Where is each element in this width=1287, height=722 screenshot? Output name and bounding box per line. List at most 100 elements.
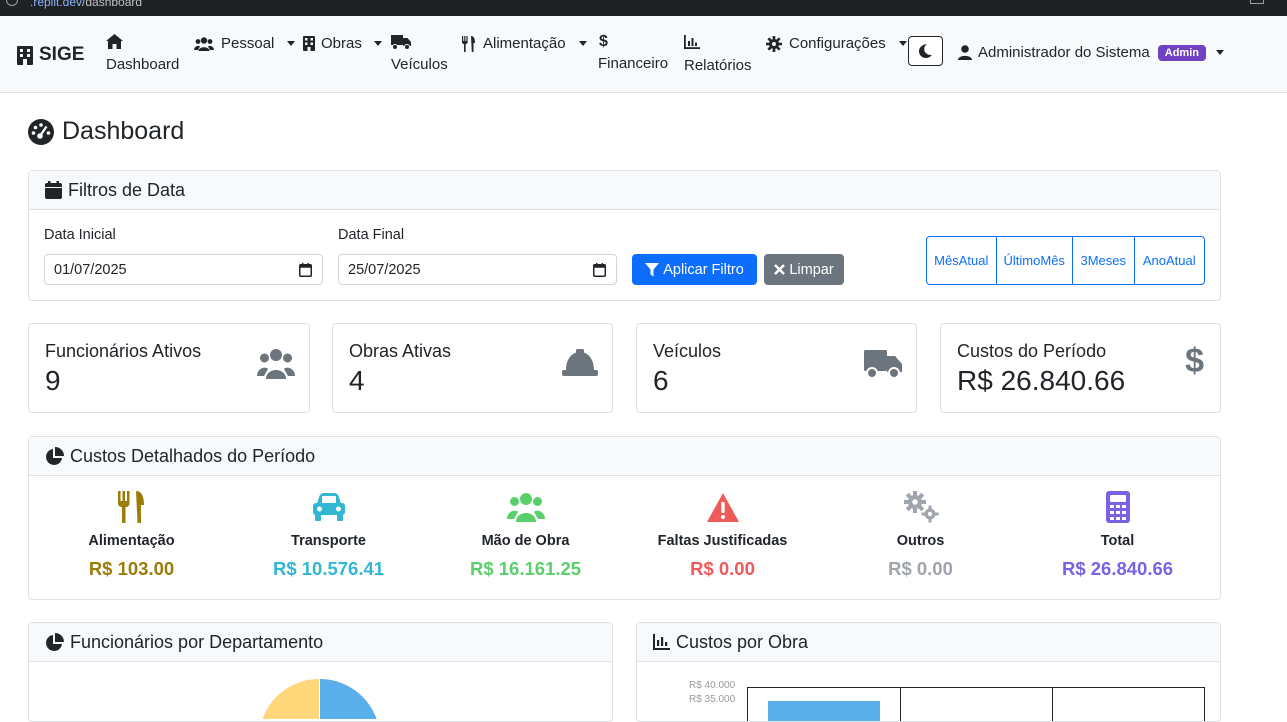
apply-filter-button[interactable]: Aplicar Filtro (632, 254, 757, 285)
stat-value: R$ 26.840.66 (957, 365, 1126, 396)
nav-veiculos[interactable]: Veículos (391, 34, 448, 73)
dept-pie-chart (262, 679, 377, 719)
cost-faltas-justificadas: Faltas Justificadas R$ 0.00 (624, 490, 821, 580)
chevron-down-icon (373, 41, 382, 46)
filters-title: Filtros de Data (68, 179, 186, 200)
calendar-icon (45, 181, 62, 199)
building-icon (17, 45, 33, 65)
obra-costs-title: Custos por Obra (676, 631, 809, 652)
cost-mao-de-obra: Mão de Obra R$ 16.161.25 (427, 490, 624, 580)
screen-icon[interactable] (1250, 0, 1264, 4)
brand-logo[interactable]: SIGE (17, 44, 84, 66)
dollar-icon: $ (599, 33, 608, 50)
nav-dashboard-label: Dashboard (106, 56, 180, 73)
cost-value: R$ 10.576.41 (272, 558, 385, 579)
stat-card-obras: Obras Ativas 4 (332, 323, 613, 413)
end-date-label: Data Final (338, 227, 405, 243)
period-current-month-button[interactable]: Mês Atual (927, 237, 997, 284)
pie-slice (320, 679, 377, 719)
utensils-icon (462, 35, 475, 52)
clear-filter-button[interactable]: Limpar (764, 254, 844, 285)
dept-chart-card: Funcionários por Departamento (28, 622, 613, 722)
period-current-year-button[interactable]: Ano Atual (1135, 237, 1204, 284)
calendar-icon[interactable] (593, 262, 606, 277)
brand-name: SIGE (39, 44, 85, 65)
cost-label: Transporte (291, 533, 366, 549)
nav-dashboard[interactable]: Dashboard (106, 34, 179, 73)
hard-hat-icon (562, 349, 598, 376)
end-date-input[interactable]: 25/07/2025 (338, 254, 617, 285)
period-last-month-button[interactable]: Último Mês (997, 237, 1073, 284)
obra-chart-plot-area (747, 687, 1205, 721)
dept-chart-title: Funcionários por Departamento (70, 631, 324, 652)
period-3-months-line1: 3 (1080, 252, 1088, 268)
address-bar[interactable]: .replit.dev/dashboard (30, 0, 142, 9)
quick-period-group: Mês Atual Último Mês 3 Meses Ano Atual (926, 236, 1205, 285)
user-menu[interactable]: Administrador do Sistema Admin (958, 44, 1224, 61)
cost-total: Total R$ 26.840.66 (1019, 490, 1216, 580)
nav-relatorios[interactable]: Relatórios (684, 35, 752, 74)
nav-pessoal[interactable]: Pessoal (194, 35, 296, 52)
stat-value: 4 (349, 365, 365, 396)
car-icon (312, 493, 345, 521)
grid-line (900, 688, 901, 721)
chart-icon (684, 35, 700, 49)
dept-chart-header: Funcionários por Departamento (29, 623, 612, 662)
cost-label: Total (1100, 533, 1135, 549)
period-current-year-line1: Ano (1142, 252, 1167, 268)
nav-configuracoes[interactable]: Configurações (766, 35, 907, 52)
cost-value: R$ 16.161.25 (469, 558, 582, 579)
chevron-down-icon (1215, 50, 1224, 55)
gear-icon (766, 35, 782, 52)
cost-value: R$ 26.840.66 (1061, 558, 1174, 579)
nav-alimentacao[interactable]: Alimentação (462, 35, 587, 52)
obra-costs-card: Custos por Obra R$ 40.000 R$ 35.000 (636, 622, 1221, 722)
filters-card-header: Filtros de Data (29, 171, 1220, 210)
building-icon (303, 36, 315, 51)
stat-card-funcionarios: Funcionários Ativos 9 (28, 323, 310, 413)
calendar-icon[interactable] (299, 262, 312, 277)
utensils-icon (118, 491, 144, 523)
cost-value: R$ 103.00 (88, 558, 175, 579)
chart-bar (768, 701, 880, 721)
nav-alimentacao-label: Alimentação (483, 35, 566, 52)
reload-icon[interactable] (6, 0, 18, 6)
browser-bar: .replit.dev/dashboard (0, 0, 1287, 16)
url-host: .replit.dev (30, 0, 83, 9)
close-icon (774, 264, 786, 275)
cost-value: R$ 0.00 (888, 558, 953, 579)
users-icon (257, 349, 295, 379)
cost-outros: Outros R$ 0.00 (822, 490, 1019, 580)
nav-veiculos-label: Veículos (391, 56, 448, 73)
nav-relatorios-label: Relatórios (684, 57, 752, 74)
dollar-icon: $ (1185, 342, 1204, 380)
start-date-input[interactable]: 01/07/2025 (44, 254, 323, 285)
period-3-months-line2: Meses (1087, 252, 1126, 268)
nav-obras[interactable]: Obras (303, 35, 382, 52)
nav-financeiro[interactable]: $ Financeiro (598, 33, 668, 72)
period-last-month-line1: Último (1003, 252, 1041, 268)
cost-label: Alimentação (88, 533, 175, 549)
theme-toggle-button[interactable] (908, 36, 943, 66)
page-title: Dashboard (28, 117, 184, 146)
pie-slice (262, 679, 319, 719)
period-3-months-button[interactable]: 3 Meses (1073, 237, 1135, 284)
url-path: /dashboard (82, 0, 143, 9)
period-current-year-line2: Atual (1166, 252, 1196, 268)
warning-icon (706, 492, 739, 522)
nav-configuracoes-label: Configurações (789, 35, 886, 52)
users-icon (194, 36, 214, 51)
nav-financeiro-label: Financeiro (598, 55, 669, 72)
start-date-value: 01/07/2025 (54, 261, 127, 278)
apply-filter-label: Aplicar Filtro (663, 261, 744, 278)
chevron-down-icon (287, 41, 296, 46)
stat-title: Funcionários Ativos (45, 341, 202, 361)
y-tick-label: R$ 35.000 (689, 694, 736, 705)
home-icon (106, 34, 123, 49)
cost-label: Mão de Obra (481, 533, 570, 549)
users-icon (506, 493, 545, 522)
grid-line (1052, 688, 1053, 721)
period-current-month-line1: Mês (934, 252, 959, 268)
nav-pessoal-label: Pessoal (221, 35, 275, 52)
end-date-value: 25/07/2025 (348, 261, 421, 278)
